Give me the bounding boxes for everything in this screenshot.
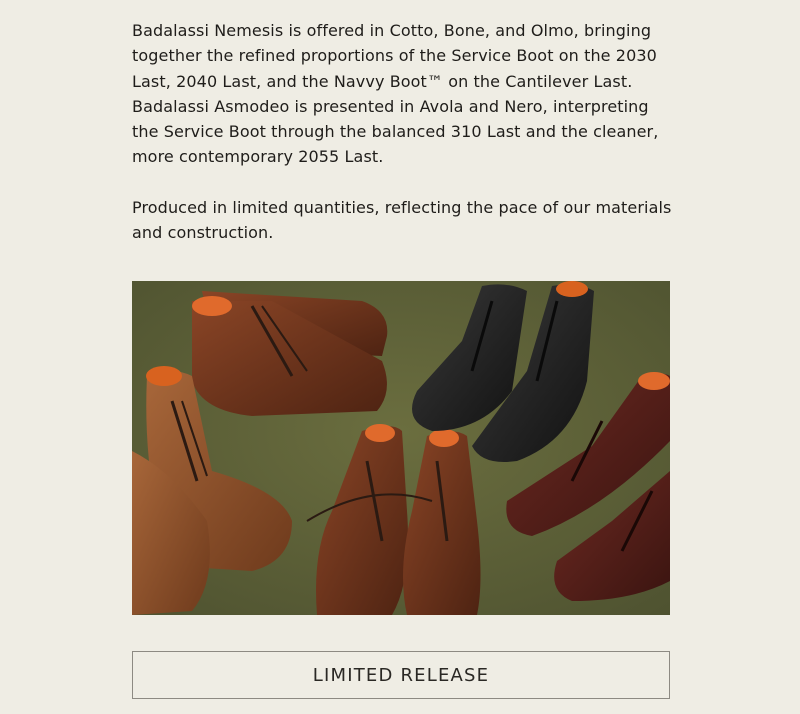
limited-release-button[interactable]: LIMITED RELEASE bbox=[132, 651, 670, 699]
boots-product-photo[interactable] bbox=[132, 281, 670, 615]
body-paragraph-limited: Produced in limited quantities, reflecti… bbox=[132, 198, 672, 243]
body-paragraph-collections: Badalassi Nemesis is offered in Cotto, B… bbox=[132, 21, 659, 167]
boot-brown-top-left bbox=[192, 291, 388, 416]
